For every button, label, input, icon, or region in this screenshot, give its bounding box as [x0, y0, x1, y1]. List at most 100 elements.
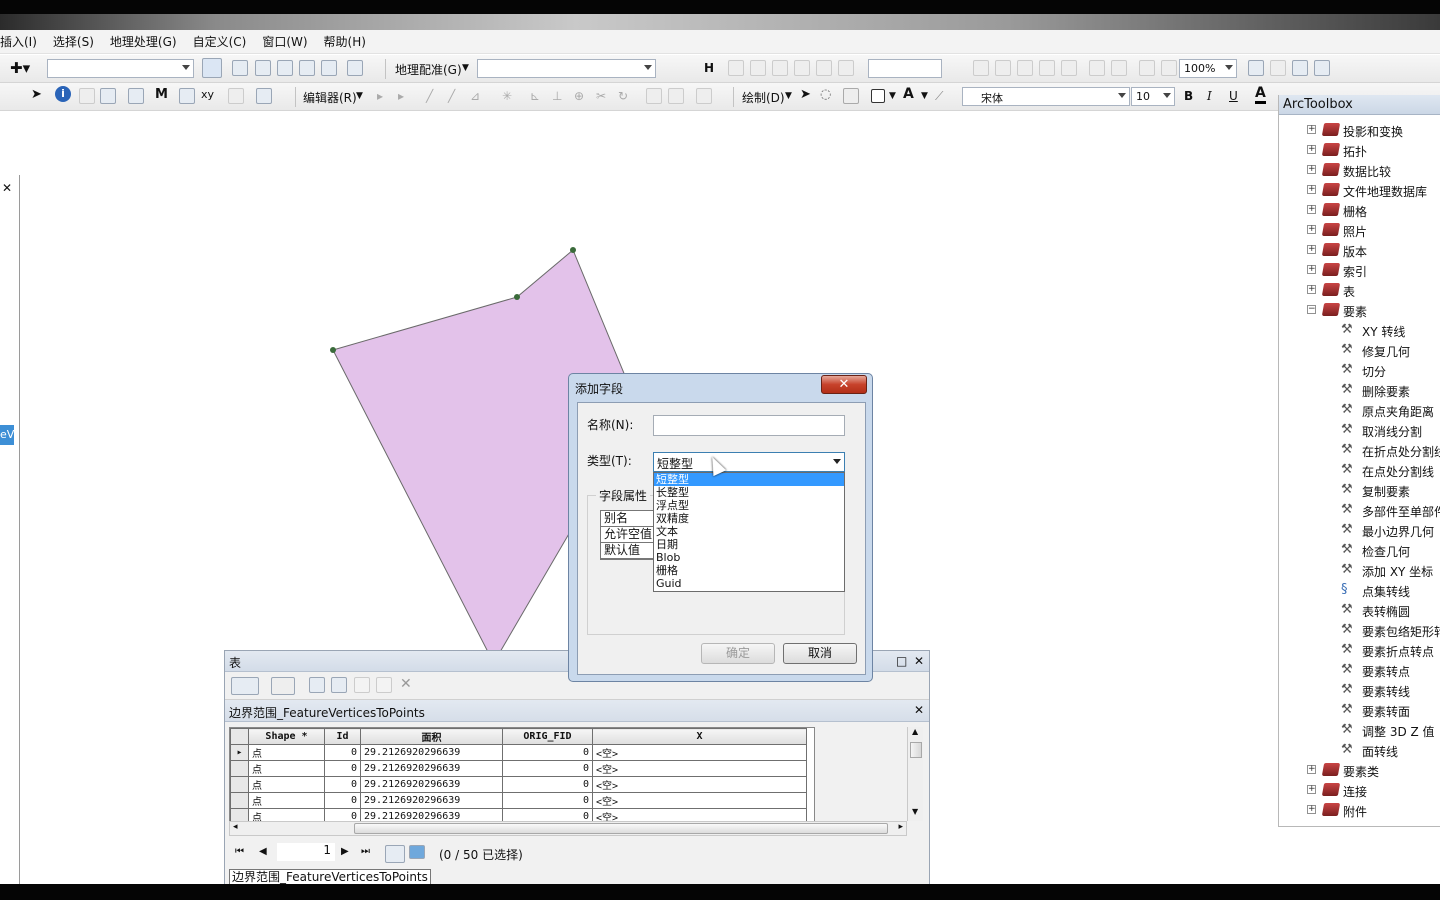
field-type-option[interactable]: 浮点型 — [654, 499, 844, 512]
column-header[interactable]: Id — [324, 728, 361, 745]
editor-toolbar-icon[interactable] — [202, 58, 222, 78]
menu-customize[interactable]: 自定义(C) — [185, 33, 255, 50]
chevron-down-icon[interactable] — [833, 459, 841, 464]
expand-icon[interactable]: + — [1307, 125, 1316, 134]
expand-icon[interactable]: + — [1307, 205, 1316, 214]
cancel-button[interactable]: 取消 — [783, 643, 857, 664]
field-name-input[interactable] — [653, 415, 845, 436]
search-window-icon[interactable] — [277, 60, 293, 76]
add-data-icon[interactable]: ✚▾ — [10, 59, 30, 77]
zoom-whole-page-icon[interactable] — [1061, 60, 1077, 76]
scale-input[interactable] — [868, 59, 942, 78]
rectangle-icon[interactable] — [871, 89, 885, 103]
table-options-icon[interactable] — [231, 677, 259, 695]
menu-insert[interactable]: 插入(I) — [0, 33, 45, 50]
scroll-up-icon[interactable]: ▲ — [912, 727, 918, 736]
sketch-properties-icon[interactable] — [668, 88, 684, 104]
expand-icon[interactable]: + — [1307, 785, 1316, 794]
table-row[interactable]: ▸ 点 0 29.2126920296639 0 <空> — [230, 744, 807, 761]
related-tables-icon[interactable] — [271, 677, 295, 695]
last-record-icon[interactable]: ⏭ — [361, 846, 370, 857]
identify-icon[interactable]: i — [55, 86, 71, 102]
close-icon[interactable]: ✕ — [914, 703, 924, 717]
record-number-input[interactable]: 1 — [277, 843, 335, 861]
expand-icon[interactable]: + — [1307, 805, 1316, 814]
fit-to-display-icon[interactable]: H — [704, 61, 714, 75]
zoom-out-icon[interactable] — [995, 60, 1011, 76]
point-icon[interactable]: ✳ — [502, 89, 512, 103]
zoom-in-icon[interactable] — [973, 60, 989, 76]
column-header[interactable]: X — [592, 728, 807, 745]
close-icon[interactable]: ✕ — [914, 654, 924, 668]
dialog-close-button[interactable]: ✕ — [821, 375, 867, 394]
delete-selected-icon[interactable]: ✕ — [400, 676, 412, 692]
menu-help[interactable]: 帮助(H) — [316, 33, 374, 50]
row-selector[interactable]: ▸ — [230, 744, 249, 761]
split-icon[interactable]: ✂ — [596, 89, 606, 103]
html-popup-icon[interactable] — [100, 88, 116, 104]
close-icon[interactable]: ✕ — [2, 181, 12, 195]
editor-menu[interactable]: 编辑器(R) — [303, 89, 357, 106]
underline-button[interactable]: U — [1229, 89, 1238, 103]
next-record-icon[interactable]: ▶ — [341, 846, 349, 857]
expand-icon[interactable]: + — [1307, 225, 1316, 234]
expand-icon[interactable]: + — [1307, 145, 1316, 154]
alias-property[interactable]: 别名 — [601, 511, 657, 527]
field-type-option[interactable]: 短整型 — [654, 473, 844, 486]
focus-data-frame-icon[interactable] — [1270, 60, 1286, 76]
zoom-to-selected-icon[interactable] — [376, 677, 392, 693]
full-extent-icon[interactable] — [1039, 60, 1055, 76]
hyperlink-icon[interactable] — [79, 88, 95, 104]
catalog-icon[interactable] — [255, 60, 271, 76]
allow-null-property[interactable]: 允许空值 — [601, 527, 657, 543]
table-row[interactable]: 点 0 29.2126920296639 0 <空> — [230, 760, 807, 777]
expand-icon[interactable]: + — [1307, 285, 1316, 294]
clear-selection-icon[interactable] — [354, 677, 370, 693]
field-type-select[interactable]: 短整型 — [653, 452, 845, 472]
zoom-to-elements-icon[interactable] — [843, 88, 859, 104]
georef-layer-combo[interactable] — [477, 59, 656, 78]
table-of-contents-icon[interactable] — [232, 60, 248, 76]
forward-extent-icon[interactable] — [1161, 60, 1177, 76]
field-type-option[interactable]: 文本 — [654, 525, 844, 538]
polygon-vertex[interactable] — [570, 247, 576, 253]
arctoolbox-icon[interactable] — [299, 60, 315, 76]
measure-icon[interactable] — [128, 88, 144, 104]
expand-icon[interactable]: + — [1307, 765, 1316, 774]
first-record-icon[interactable]: ⏮ — [235, 846, 244, 857]
view-link-table-icon[interactable] — [794, 60, 810, 76]
scale-icon[interactable] — [772, 60, 788, 76]
horizontal-scrollbar[interactable]: ◂ ▸ — [229, 821, 907, 836]
shift-icon[interactable] — [750, 60, 766, 76]
toggle-draft-icon[interactable] — [1248, 60, 1264, 76]
auto-adjust-icon[interactable] — [816, 60, 832, 76]
row-selector[interactable] — [230, 776, 249, 793]
font-name-combo[interactable]: 宋体 — [962, 87, 1130, 106]
model-builder-icon[interactable] — [347, 60, 363, 76]
reshape-icon[interactable]: ⊥ — [552, 89, 562, 103]
new-text-icon[interactable]: A — [903, 86, 914, 102]
switch-selection-icon[interactable] — [331, 677, 347, 693]
pan-icon[interactable] — [1017, 60, 1033, 76]
link-table-icon[interactable] — [684, 60, 700, 76]
maximize-icon[interactable]: □ — [896, 654, 907, 668]
menu-window[interactable]: 窗口(W) — [254, 33, 315, 50]
field-type-option[interactable]: 栅格 — [654, 564, 844, 577]
ok-button[interactable]: 确定 — [701, 643, 775, 664]
select-arrow-icon[interactable]: ➤ — [31, 87, 42, 102]
scroll-left-icon[interactable]: ◂ — [233, 822, 238, 832]
field-type-option[interactable]: Blob — [654, 551, 844, 564]
edit-tool-icon[interactable]: ▸ — [377, 89, 383, 103]
field-type-option[interactable]: 双精度 — [654, 512, 844, 525]
back-extent-icon[interactable] — [1139, 60, 1155, 76]
menu-geoprocessing[interactable]: 地理处理(G) — [102, 33, 185, 50]
fixed-zoom-out-icon[interactable] — [1111, 60, 1127, 76]
map-scale-combo[interactable] — [47, 59, 194, 78]
column-header[interactable]: ORIG_FID — [502, 728, 593, 745]
rotate-icon[interactable] — [728, 60, 744, 76]
attributes-icon[interactable] — [646, 88, 662, 104]
edit-vertices-icon[interactable]: ⊾ — [530, 89, 540, 103]
table-tab[interactable]: 边界范围_FeatureVerticesToPoints — [229, 869, 431, 885]
time-slider-icon[interactable] — [228, 88, 244, 104]
polygon-vertex[interactable] — [514, 294, 520, 300]
